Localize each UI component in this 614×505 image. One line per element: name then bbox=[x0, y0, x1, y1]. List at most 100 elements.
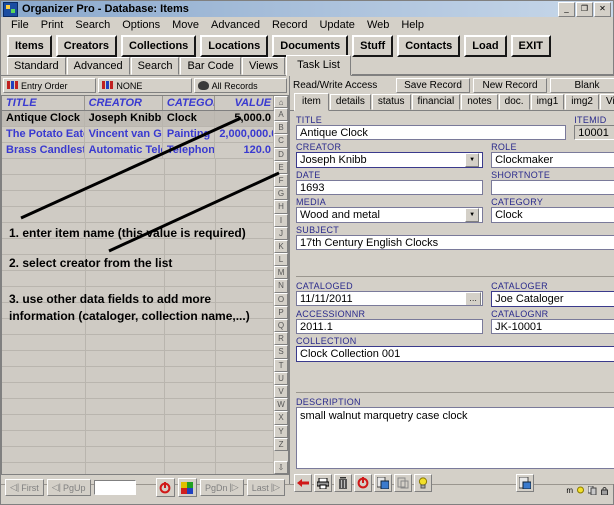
alpha-index-m[interactable]: M bbox=[274, 266, 288, 280]
grid-empty-row[interactable] bbox=[2, 447, 275, 463]
grid-empty-row[interactable] bbox=[2, 431, 275, 447]
tab-search[interactable]: Search bbox=[130, 57, 180, 75]
alpha-index-z[interactable]: Z bbox=[274, 437, 288, 451]
menu-item-move[interactable]: Move bbox=[166, 19, 205, 31]
alpha-index-i[interactable]: I bbox=[274, 213, 288, 227]
form-tab-img2[interactable]: img2 bbox=[565, 94, 599, 110]
duplicate-icon[interactable] bbox=[394, 474, 412, 492]
date-picker-icon[interactable]: … bbox=[465, 292, 482, 305]
grid-empty-row[interactable] bbox=[2, 383, 275, 399]
alpha-index-q[interactable]: Q bbox=[274, 319, 288, 333]
save-record-button[interactable]: Save Record bbox=[396, 78, 470, 93]
alpha-index-x[interactable]: X bbox=[274, 411, 288, 425]
alpha-index-d[interactable]: D bbox=[274, 147, 288, 161]
toolbar-button-load[interactable]: Load bbox=[464, 35, 507, 57]
grid-empty-row[interactable] bbox=[2, 239, 275, 255]
maximize-button[interactable]: ❐ bbox=[576, 1, 593, 17]
copy-record-icon[interactable] bbox=[374, 474, 392, 492]
page-down-button[interactable]: PgDn |▷ bbox=[199, 479, 244, 496]
grid-empty-row[interactable] bbox=[2, 335, 275, 351]
toolbar-button-locations[interactable]: Locations bbox=[200, 35, 269, 57]
first-record-button[interactable]: ◁| First bbox=[5, 479, 44, 496]
cataloger-combobox[interactable]: Joe Cataloger ▼ bbox=[491, 291, 614, 307]
media-combobox[interactable]: Wood and metal ▼ bbox=[296, 207, 484, 223]
form-tab-item[interactable]: item bbox=[294, 93, 329, 111]
record-number-input[interactable] bbox=[93, 480, 136, 495]
scroll-up-icon[interactable]: ⌂ bbox=[274, 96, 288, 108]
grid-empty-row[interactable] bbox=[2, 271, 275, 287]
chevron-down-icon[interactable]: ▼ bbox=[465, 153, 480, 167]
role-combobox[interactable]: Clockmaker ▼ bbox=[491, 152, 614, 168]
form-tab-img1[interactable]: img1 bbox=[530, 94, 565, 110]
toolbar-button-documents[interactable]: Documents bbox=[272, 35, 349, 57]
form-tab-view[interactable]: View bbox=[599, 94, 614, 110]
record-filter-button[interactable]: All Records bbox=[193, 78, 287, 93]
alpha-index-s[interactable]: S bbox=[274, 345, 288, 359]
alpha-index-p[interactable]: P bbox=[274, 305, 288, 319]
toolbar-button-creators[interactable]: Creators bbox=[55, 35, 117, 57]
tab-standard[interactable]: Standard bbox=[7, 57, 66, 75]
cataloged-input[interactable]: 11/11/2011 … bbox=[296, 291, 484, 306]
page-up-button[interactable]: ◁| PgUp bbox=[46, 479, 91, 496]
alpha-index-t[interactable]: T bbox=[274, 358, 288, 372]
table-row[interactable]: Brass Candlestick t Automatic Teleph Tel… bbox=[2, 143, 275, 159]
reload-icon[interactable] bbox=[354, 474, 372, 492]
scroll-down-icon[interactable]: ⇩ bbox=[274, 460, 288, 474]
alpha-index-h[interactable]: H bbox=[274, 200, 288, 214]
menu-item-search[interactable]: Search bbox=[69, 19, 116, 31]
menu-item-advanced[interactable]: Advanced bbox=[205, 19, 266, 31]
alpha-index-e[interactable]: E bbox=[274, 160, 288, 174]
date-input[interactable]: 1693 bbox=[296, 180, 484, 195]
title-input[interactable]: Antique Clock bbox=[296, 125, 567, 140]
description-textarea[interactable]: small walnut marquetry case clock ▲ ▼ bbox=[296, 407, 614, 469]
alpha-index-b[interactable]: B bbox=[274, 121, 288, 135]
column-header-value[interactable]: VALUE bbox=[215, 96, 275, 110]
toolbar-button-collections[interactable]: Collections bbox=[121, 35, 197, 57]
menu-item-record[interactable]: Record bbox=[266, 19, 313, 31]
grid-empty-row[interactable] bbox=[2, 175, 275, 191]
tab-views[interactable]: Views bbox=[241, 57, 286, 75]
menu-item-update[interactable]: Update bbox=[313, 19, 360, 31]
alpha-index-f[interactable]: F bbox=[274, 173, 288, 188]
export-icon[interactable] bbox=[516, 474, 535, 492]
form-tab-doc[interactable]: doc. bbox=[498, 94, 530, 110]
new-record-button[interactable]: New Record bbox=[473, 78, 547, 93]
table-row[interactable]: Antique Clock Joseph Knibb Clock 5,000.0 bbox=[2, 111, 275, 127]
column-header-creator[interactable]: CREATOR bbox=[85, 96, 163, 110]
minimize-button[interactable]: _ bbox=[558, 1, 575, 17]
alpha-index-l[interactable]: L bbox=[274, 253, 288, 267]
alpha-index-y[interactable]: Y bbox=[274, 424, 288, 438]
tab-advanced[interactable]: Advanced bbox=[66, 57, 130, 75]
color-palette-icon[interactable] bbox=[177, 478, 197, 497]
menu-item-web[interactable]: Web bbox=[361, 19, 395, 31]
collection-combobox[interactable]: Clock Collection 001 ▼ bbox=[296, 346, 614, 362]
menu-item-print[interactable]: Print bbox=[35, 19, 70, 31]
alpha-index-j[interactable]: J bbox=[274, 226, 288, 240]
grid-empty-row[interactable] bbox=[2, 367, 275, 383]
grid-empty-row[interactable] bbox=[2, 191, 275, 207]
menu-item-file[interactable]: File bbox=[5, 19, 35, 31]
refresh-icon[interactable] bbox=[155, 478, 175, 497]
catalognr-input[interactable]: JK-10001 bbox=[491, 319, 614, 334]
records-grid[interactable]: TITLE CREATOR CATEGORY VALUE Antique Clo… bbox=[1, 95, 275, 475]
print-icon[interactable] bbox=[314, 474, 332, 492]
column-header-category[interactable]: CATEGORY bbox=[163, 96, 216, 110]
grid-empty-row[interactable] bbox=[2, 351, 275, 367]
sort-order-button[interactable]: Entry Order bbox=[3, 78, 97, 93]
grid-empty-row[interactable] bbox=[2, 207, 275, 223]
alpha-index-g[interactable]: G bbox=[274, 187, 288, 201]
alpha-index-c[interactable]: C bbox=[274, 134, 288, 148]
bulb-icon[interactable] bbox=[414, 474, 432, 492]
alpha-index-v[interactable]: V bbox=[274, 384, 288, 399]
group-by-button[interactable]: NONE bbox=[98, 78, 192, 93]
form-tab-details[interactable]: details bbox=[329, 94, 371, 110]
toolbar-button-contacts[interactable]: Contacts bbox=[397, 35, 461, 57]
creator-combobox[interactable]: Joseph Knibb ▼ bbox=[296, 152, 484, 168]
shortnote-input[interactable] bbox=[491, 180, 614, 195]
back-arrow-icon[interactable] bbox=[294, 474, 312, 492]
toolbar-button-exit[interactable]: EXIT bbox=[510, 35, 551, 57]
tab-bar-code[interactable]: Bar Code bbox=[180, 57, 241, 75]
chevron-down-icon[interactable]: ▼ bbox=[465, 208, 480, 222]
grid-empty-row[interactable] bbox=[2, 415, 275, 431]
close-button[interactable]: ✕ bbox=[594, 1, 611, 17]
